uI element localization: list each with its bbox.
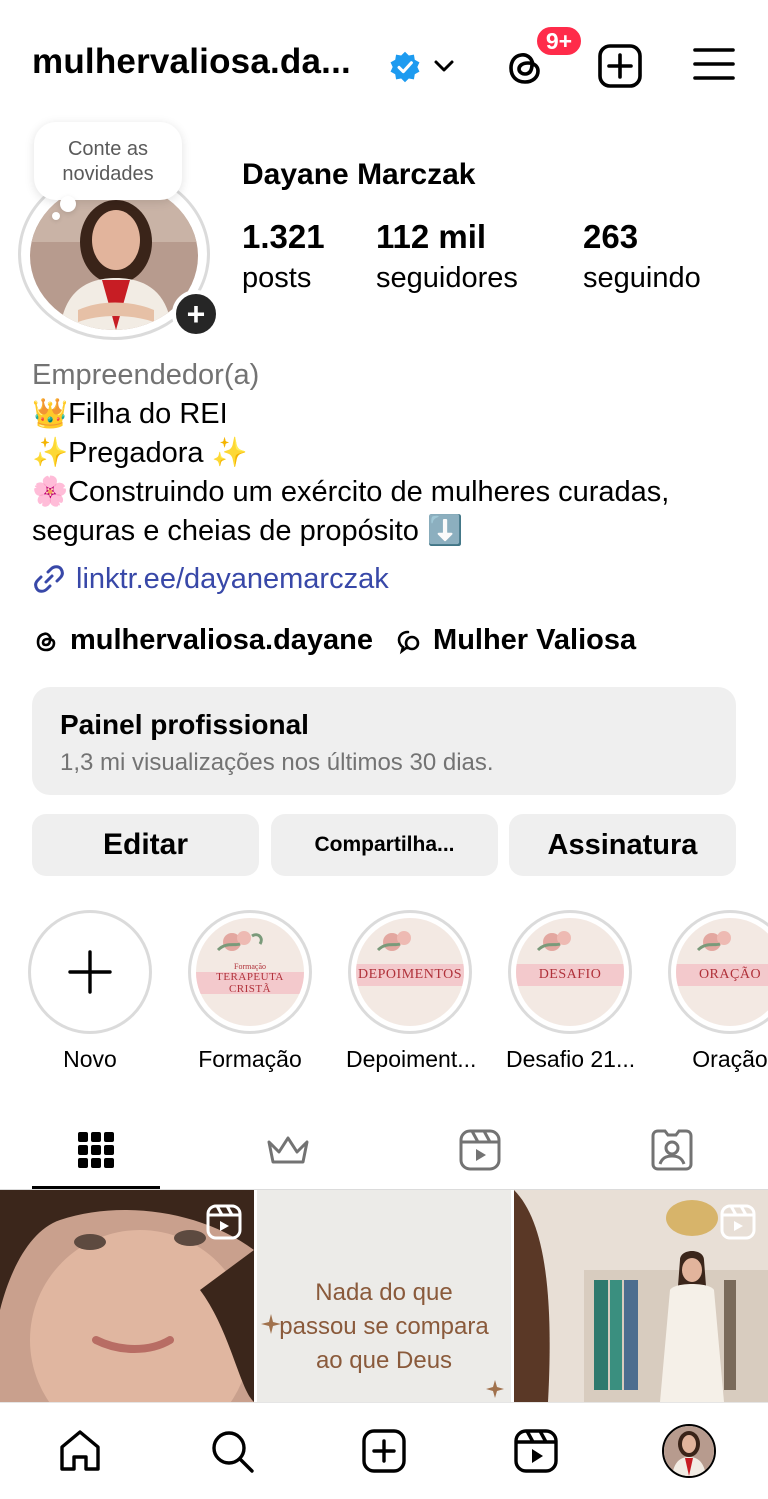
- highlight-cover-text: DEPOIMENTOS: [356, 964, 464, 986]
- post-thumbnail[interactable]: [514, 1190, 768, 1402]
- search-icon: [212, 1431, 254, 1473]
- nav-home[interactable]: [54, 1425, 106, 1477]
- verified-badge-icon: [390, 51, 420, 83]
- highlight-ring: DEPOIMENTOS: [348, 910, 472, 1034]
- create-icon: [362, 1429, 406, 1473]
- dashboard-title: Painel profissional: [60, 709, 309, 740]
- bio-line: 👑Filha do REI: [32, 398, 228, 430]
- threads-channel-row: mulhervaliosa.dayane Mulher Valiosa: [32, 624, 636, 657]
- chevron-down-icon[interactable]: [430, 52, 458, 80]
- highlight-label: Oração: [692, 1046, 768, 1072]
- profile-tabs: [0, 1110, 768, 1190]
- stat-followers[interactable]: 112 mil seguidores: [376, 218, 518, 295]
- post-thumbnail[interactable]: Nada do que passou se compara ao que Deu…: [257, 1190, 511, 1402]
- highlight-label: Formação: [198, 1046, 302, 1072]
- highlight-cover: ORAÇÃO: [676, 918, 768, 1026]
- note-bubble-tail-small: [52, 212, 60, 220]
- highlight-ring: DESAFIO: [508, 910, 632, 1034]
- category-label: Empreendedor(a): [32, 359, 260, 391]
- hamburger-menu-icon[interactable]: [692, 44, 736, 84]
- home-icon: [60, 1430, 100, 1471]
- highlight-cover: Formação TERAPEUTA CRISTÃ: [196, 918, 304, 1026]
- crown-icon: [267, 1136, 309, 1164]
- channel-link[interactable]: Mulher Valiosa: [433, 624, 636, 657]
- note-bubble[interactable]: Conte as novidades: [34, 122, 182, 200]
- nav-profile-avatar[interactable]: [662, 1424, 716, 1478]
- broadcast-channel-icon: [397, 630, 420, 654]
- highlight-cover-text: ORAÇÃO: [676, 964, 768, 986]
- threads-handle-link[interactable]: mulhervaliosa.dayane: [70, 624, 373, 657]
- flower-decoration: [536, 931, 571, 952]
- stat-label: posts: [242, 262, 312, 294]
- highlight-depoimentos[interactable]: DEPOIMENTOS Depoiment...: [346, 910, 477, 1073]
- post-thumbnail[interactable]: [0, 1190, 254, 1402]
- tab-tagged[interactable]: [576, 1110, 768, 1190]
- highlight-formacao[interactable]: Formação TERAPEUTA CRISTÃ Formação: [186, 910, 314, 1073]
- highlight-ring: ORAÇÃO: [668, 910, 768, 1034]
- top-bar: mulhervaliosa.da... 9+: [0, 0, 768, 130]
- tab-posts-grid[interactable]: [0, 1110, 192, 1190]
- tab-subscriber-content[interactable]: [192, 1110, 384, 1190]
- nav-reels[interactable]: [510, 1425, 562, 1477]
- notification-badge: 9+: [534, 24, 584, 58]
- reel-indicator-icon: [720, 1204, 756, 1240]
- stat-value: 1.321: [242, 218, 325, 255]
- professional-dashboard[interactable]: Painel profissional 1,3 mi visualizações…: [32, 687, 736, 795]
- nav-search[interactable]: [206, 1425, 258, 1477]
- highlight-cover: DESAFIO: [516, 918, 624, 1026]
- link-icon: [34, 565, 64, 593]
- nav-create[interactable]: [358, 1425, 410, 1477]
- flower-decoration: [216, 931, 263, 952]
- highlight-oracao[interactable]: ORAÇÃO Oração: [666, 910, 768, 1073]
- dashboard-subtitle: 1,3 mi visualizações nos últimos 30 dias…: [60, 749, 494, 776]
- highlight-cover-text: TERAPEUTA CRISTÃ: [196, 971, 304, 995]
- tab-reels[interactable]: [384, 1110, 576, 1190]
- highlight-cover-small-text: Formação: [234, 962, 266, 971]
- add-story-button[interactable]: +: [172, 290, 220, 338]
- post-grid: Nada do que passou se compara ao que Deu…: [0, 1190, 768, 1402]
- stat-following[interactable]: 263 seguindo: [583, 218, 701, 295]
- threads-small-icon: [36, 631, 56, 651]
- stat-posts[interactable]: 1.321 posts: [242, 218, 325, 295]
- bio-link-text: linktr.ee/dayanemarczak: [76, 562, 389, 595]
- tab-active-indicator: [32, 1186, 160, 1189]
- reels-icon: [514, 1429, 558, 1473]
- highlight-label: Depoiment...: [346, 1046, 477, 1072]
- stat-label: seguindo: [583, 262, 701, 294]
- plus-square-icon[interactable]: [596, 42, 644, 90]
- flower-decoration: [696, 931, 731, 952]
- stat-label: seguidores: [376, 262, 518, 294]
- stat-value: 112 mil: [376, 218, 487, 255]
- highlight-label: Desafio 21...: [506, 1046, 636, 1072]
- bottom-navigation: [0, 1402, 768, 1499]
- reels-icon: [459, 1129, 501, 1171]
- bio-line: 🌸Construindo um exército de mulheres cur…: [32, 476, 670, 547]
- reel-indicator-icon: [206, 1204, 242, 1240]
- profile-avatar-icon: [664, 1426, 714, 1476]
- display-name: Dayane Marczak: [242, 158, 476, 191]
- highlight-desafio[interactable]: DESAFIO Desafio 21...: [506, 910, 636, 1073]
- highlight-ring: [28, 910, 152, 1034]
- subscription-button[interactable]: Assinatura: [509, 814, 736, 876]
- highlight-ring: Formação TERAPEUTA CRISTÃ: [188, 910, 312, 1034]
- highlight-cover-text: DESAFIO: [516, 964, 624, 986]
- tagged-icon: [651, 1129, 693, 1171]
- plus-icon: [68, 950, 112, 994]
- bio-line: ✨Pregadora ✨: [32, 437, 248, 469]
- username-switcher[interactable]: mulhervaliosa.da...: [32, 42, 351, 82]
- stat-value: 263: [583, 218, 639, 255]
- edit-profile-button[interactable]: Editar: [32, 814, 259, 876]
- highlight-label: Novo: [63, 1046, 117, 1072]
- share-profile-button[interactable]: Compartilha...: [271, 814, 498, 876]
- bio: Empreendedor(a) 👑Filha do REI ✨Pregadora…: [32, 356, 742, 551]
- note-bubble-tail: [60, 196, 76, 212]
- highlight-new[interactable]: Novo: [26, 910, 154, 1073]
- post-quote-text: Nada do que passou se compara ao que Deu…: [279, 1279, 489, 1374]
- highlight-cover: DEPOIMENTOS: [356, 918, 464, 1026]
- flower-decoration: [376, 931, 411, 952]
- grid-icon: [78, 1132, 114, 1168]
- bio-link[interactable]: linktr.ee/dayanemarczak: [32, 562, 389, 596]
